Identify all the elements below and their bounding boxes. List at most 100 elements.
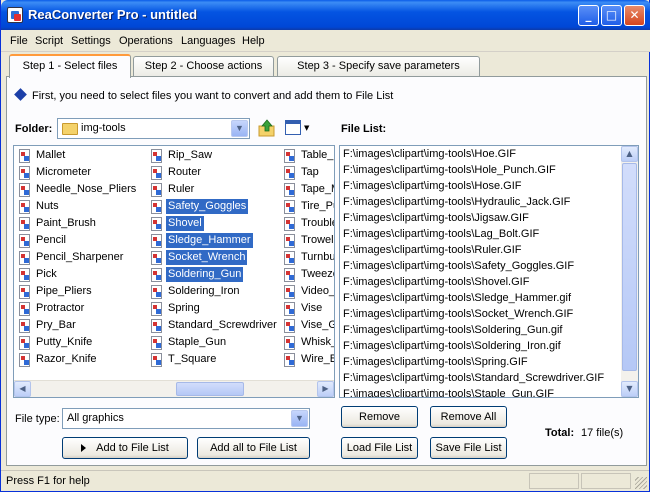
tab-step1[interactable]: Step 1 - Select files	[9, 54, 131, 78]
file-item[interactable]: Needle_Nose_Pliers	[16, 182, 146, 199]
file-list-item[interactable]: F:\images\clipart\img-tools\Lag_Bolt.GIF	[343, 228, 539, 240]
file-list-item[interactable]: F:\images\clipart\img-tools\Staple_Gun.G…	[343, 388, 554, 397]
minimize-button[interactable]: _	[578, 5, 599, 26]
file-list-item[interactable]: F:\images\clipart\img-tools\Ruler.GIF	[343, 244, 522, 256]
file-item[interactable]: Video_	[281, 284, 334, 301]
file-item[interactable]: Razor_Knife	[16, 352, 146, 369]
file-column-2: Rip_Saw Router Ruler Safety_Goggles Shovel Sl…	[148, 148, 280, 369]
folder-up-icon[interactable]	[257, 118, 277, 138]
file-item[interactable]: Standard_Screwdriver	[148, 318, 280, 335]
file-item[interactable]: Socket_Wrench	[148, 250, 280, 267]
file-item[interactable]: Trowel	[281, 233, 334, 250]
scroll-down-button[interactable]: ▼	[621, 381, 638, 397]
file-item[interactable]: Spring	[148, 301, 280, 318]
menu-file[interactable]: File	[10, 35, 28, 47]
menu-operations[interactable]: Operations	[119, 35, 173, 47]
horizontal-scroll-thumb[interactable]	[176, 382, 244, 396]
file-list-item[interactable]: F:\images\clipart\img-tools\Shovel.GIF	[343, 276, 529, 288]
file-list-item[interactable]: F:\images\clipart\img-tools\Hydraulic_Ja…	[343, 196, 570, 208]
remove-button[interactable]: Remove	[341, 406, 418, 428]
menu-help[interactable]: Help	[242, 35, 265, 47]
view-mode-icon[interactable]	[285, 120, 301, 135]
file-item[interactable]: Shovel	[148, 216, 280, 233]
file-list-item[interactable]: F:\images\clipart\img-tools\Hose.GIF	[343, 180, 522, 192]
file-item[interactable]: Wire_B	[281, 352, 335, 369]
app-icon[interactable]	[7, 7, 23, 23]
file-item[interactable]: T_Square	[148, 352, 280, 369]
file-item[interactable]: Soldering_Iron	[148, 284, 280, 301]
menu-settings[interactable]: Settings	[71, 35, 111, 47]
horizontal-scrollbar[interactable]: ◀ ▶	[14, 380, 334, 397]
status-cell-2	[581, 473, 631, 489]
file-list-item[interactable]: F:\images\clipart\img-tools\Soldering_Ir…	[343, 340, 561, 352]
remove-all-button[interactable]: Remove All	[430, 406, 507, 428]
save-file-list-button[interactable]: Save File List	[430, 437, 507, 459]
scroll-up-button[interactable]: ▲	[621, 146, 638, 162]
add-to-file-list-button[interactable]: Add to File List	[62, 437, 188, 459]
vertical-scroll-thumb[interactable]	[622, 163, 637, 371]
file-item[interactable]: Soldering_Gun	[148, 267, 280, 284]
file-item[interactable]: Pencil_Sharpener	[16, 250, 146, 267]
file-list-item[interactable]: F:\images\clipart\img-tools\Jigsaw.GIF	[343, 212, 529, 224]
file-list-item[interactable]: F:\images\clipart\img-tools\Hoe.GIF	[343, 148, 516, 160]
file-item[interactable]: Putty_Knife	[16, 335, 146, 352]
title-bar[interactable]: ReaConverter Pro - untitled _ □ ✕	[1, 0, 650, 30]
file-list-item[interactable]: F:\images\clipart\img-tools\Spring.GIF	[343, 356, 528, 368]
file-list-item[interactable]: F:\images\clipart\img-tools\Safety_Goggl…	[343, 260, 574, 272]
file-item-label: Staple_Gun	[168, 336, 227, 348]
file-item[interactable]: Ruler	[148, 182, 280, 199]
file-item[interactable]: Rip_Saw	[148, 148, 280, 165]
total-value: 17 file(s)	[581, 427, 624, 439]
chevron-down-icon[interactable]: ▼	[291, 410, 308, 427]
close-button[interactable]: ✕	[624, 5, 645, 26]
menu-script[interactable]: Script	[35, 35, 63, 47]
maximize-button[interactable]: □	[601, 5, 622, 26]
file-item[interactable]: Vise_G	[281, 318, 334, 335]
file-item[interactable]: Safety_Goggles	[148, 199, 280, 216]
file-item[interactable]: Trouble	[281, 216, 334, 233]
file-item[interactable]: Vise	[281, 301, 334, 318]
file-item[interactable]: Sledge_Hammer	[148, 233, 280, 250]
file-browser[interactable]: Mallet Micrometer Needle_Nose_Pliers Nuts Pa…	[13, 145, 335, 398]
resize-grip-icon[interactable]	[635, 477, 647, 489]
file-item[interactable]: Pry_Bar	[16, 318, 146, 335]
scroll-left-button[interactable]: ◀	[14, 381, 31, 397]
menu-languages[interactable]: Languages	[181, 35, 235, 47]
view-dropdown-icon[interactable]: ▼	[304, 124, 309, 132]
file-item-label: Wire_B	[301, 353, 335, 365]
vertical-scrollbar[interactable]: ▲ ▼	[621, 146, 638, 397]
file-item[interactable]: Staple_Gun	[148, 335, 280, 352]
file-list-item[interactable]: F:\images\clipart\img-tools\Standard_Scr…	[343, 372, 604, 384]
file-item[interactable]: Nuts	[16, 199, 146, 216]
file-list-item[interactable]: F:\images\clipart\img-tools\Sledge_Hamme…	[343, 292, 571, 304]
add-all-button[interactable]: Add all to File List	[197, 437, 310, 459]
load-file-list-button[interactable]: Load File List	[341, 437, 418, 459]
file-item[interactable]: Tape_M	[281, 182, 334, 199]
file-list-item[interactable]: F:\images\clipart\img-tools\Soldering_Gu…	[343, 324, 562, 336]
file-item[interactable]: Mallet	[16, 148, 146, 165]
file-list[interactable]: F:\images\clipart\img-tools\Hoe.GIF F:\im…	[339, 145, 639, 398]
file-list-item[interactable]: F:\images\clipart\img-tools\Hole_Punch.G…	[343, 164, 556, 176]
file-item[interactable]: Table_	[281, 148, 334, 165]
file-item[interactable]: Paint_Brush	[16, 216, 146, 233]
file-item[interactable]: Pick	[16, 267, 146, 284]
file-item[interactable]: Tweeze	[281, 267, 334, 284]
file-item[interactable]: Pencil	[16, 233, 146, 250]
scroll-right-button[interactable]: ▶	[317, 381, 334, 397]
file-item[interactable]: Protractor	[16, 301, 146, 318]
image-file-icon	[284, 200, 295, 214]
file-item[interactable]: Router	[148, 165, 280, 182]
file-item[interactable]: Micrometer	[16, 165, 146, 182]
file-item[interactable]: Turnbu	[281, 250, 334, 267]
file-item[interactable]: Whisk_	[281, 335, 334, 352]
file-item[interactable]: Pipe_Pliers	[16, 284, 146, 301]
folder-combo[interactable]: img-tools ▼	[57, 118, 250, 139]
tab-step2[interactable]: Step 2 - Choose actions	[133, 56, 274, 76]
file-item[interactable]: Tire_Pu	[281, 199, 334, 216]
file-type-combo[interactable]: All graphics ▼	[62, 408, 310, 429]
file-list-item[interactable]: F:\images\clipart\img-tools\Socket_Wrenc…	[343, 308, 573, 320]
tab-step3[interactable]: Step 3 - Specify save parameters	[277, 56, 480, 76]
file-item[interactable]: Tap	[281, 165, 334, 182]
menu-bar: File Script Settings Operations Language…	[1, 30, 650, 52]
chevron-down-icon[interactable]: ▼	[231, 120, 248, 137]
